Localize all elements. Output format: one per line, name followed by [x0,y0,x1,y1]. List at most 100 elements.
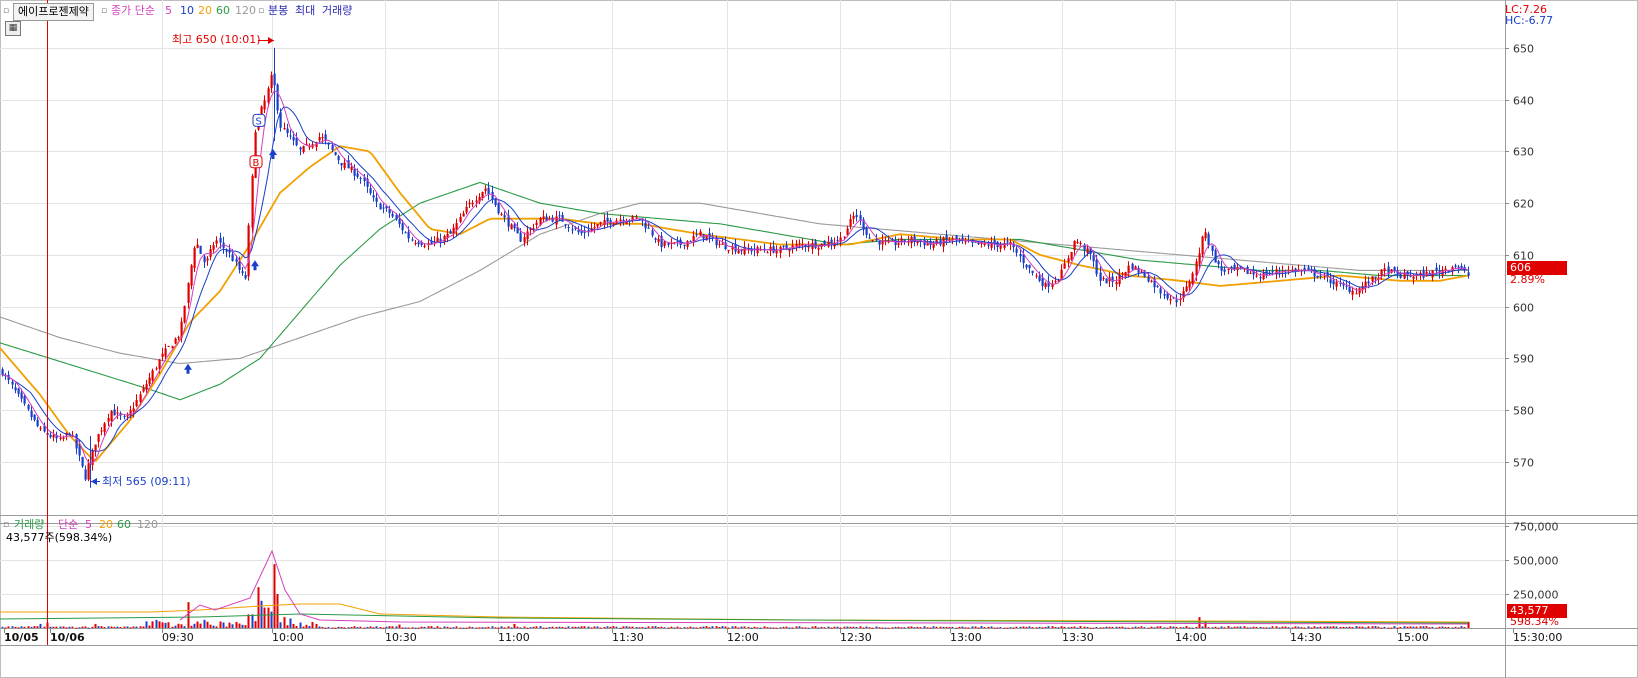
volume-bar [7,626,10,628]
candle-body [878,241,881,245]
volume-bar [1383,626,1386,628]
candle-body [859,215,862,220]
stock-name-field[interactable]: 에이프로젠제약 [13,3,94,21]
volume-bar [158,621,161,628]
volume-bar [1303,627,1306,629]
candle-body [785,245,788,249]
candle-body [1211,245,1214,251]
candle-body [484,188,487,192]
vol-ma20-label[interactable]: 20 [99,518,113,532]
volume-bar [478,627,481,629]
volume-label[interactable]: 거래량 [322,4,352,18]
volume-bar [971,626,974,628]
volume-bar [980,626,983,628]
candle-body [369,188,372,194]
volume-bar [967,627,970,629]
volume-bar [1051,626,1054,628]
vol-ma120-label[interactable]: 120 [137,518,158,532]
candle-body [1163,293,1166,296]
volume-bar [270,611,273,628]
volume-bar [491,626,494,628]
candle-body [167,345,170,347]
candle-body [20,392,23,399]
volume-bar [574,626,577,628]
vol-tick-label: 500,000 [1513,555,1559,568]
volume-bar [795,626,798,628]
volume-bar [132,626,135,628]
volume-bar [1175,626,1178,628]
candle-body [235,259,238,262]
volume-bar [788,627,791,629]
volume-bar [750,627,753,629]
volume-bar [343,627,346,629]
volume-bar [993,627,996,629]
candle-body [139,394,142,403]
volume-bar [772,627,775,629]
volume-bar [279,622,282,628]
volume-bar [756,627,759,629]
volume-bar [263,607,266,628]
candle-body [1329,279,1332,284]
candle-body [1166,293,1169,299]
candle-body [1092,255,1095,262]
volume-bar [1444,626,1447,628]
volume-bar [699,626,702,628]
candle-body [254,132,257,179]
ma120-label[interactable]: 120 [235,4,256,18]
candle-body [1457,266,1460,268]
volume-bar [36,626,39,628]
vol-title[interactable]: 거래량 [14,518,44,532]
volume-bar [75,627,78,629]
volume-bar [983,627,986,629]
candle-body [164,348,167,357]
volume-bar [110,626,113,628]
interval-label[interactable]: 분봉 [268,4,288,18]
candle-body [468,202,471,205]
candle-body [219,237,222,243]
volume-bar [1243,626,1246,628]
volume-bar [126,626,129,628]
vol-ma-label[interactable]: 단순 [58,518,78,532]
vol-ma5-label[interactable]: 5 [85,518,92,532]
volume-bar [1099,627,1102,629]
candle-body [1204,232,1207,239]
candle-body [1025,264,1028,268]
ma60-label[interactable]: 60 [216,4,230,18]
volume-bar [1313,626,1316,628]
vol-ma60-label[interactable]: 60 [117,518,131,532]
ma10-label[interactable]: 10 [180,4,194,18]
range-label[interactable]: 최대 [295,4,315,18]
ma-label[interactable]: 종가 단순 [111,4,155,18]
candle-body [1041,277,1044,287]
volume-bar [791,627,794,629]
candle-body [1335,281,1338,287]
candle-body [1063,263,1066,269]
volume-bar [222,622,225,628]
volume-bar [542,627,545,629]
volume-bar [945,626,948,628]
volume-bar [139,626,142,628]
candle-body [510,224,513,230]
volume-bar [846,626,849,628]
candle-body [1159,288,1162,294]
volume-bar [411,627,414,629]
volume-bar [1227,626,1230,628]
volume-bar [596,626,599,628]
volume-bar [375,626,378,628]
candle-body [1137,267,1140,273]
ma5-label[interactable]: 5 [165,4,172,18]
high-annotation: 최고 650 (10:01) [172,33,261,46]
volume-bar [990,626,993,628]
volume-bar [964,627,967,629]
candle-body [692,235,695,242]
volume-bar [1252,626,1255,628]
candle-body [161,353,164,357]
volume-bar [465,627,468,629]
volume-bar [174,625,177,628]
chart-canvas[interactable]: BS 650640630620610600590580570750,000500… [0,0,1638,678]
ma20-label[interactable]: 20 [198,4,212,18]
volume-bar [155,619,158,628]
calculator-icon[interactable]: ▦ [5,21,21,36]
volume-bar [436,626,439,628]
volume-bar [171,626,174,628]
